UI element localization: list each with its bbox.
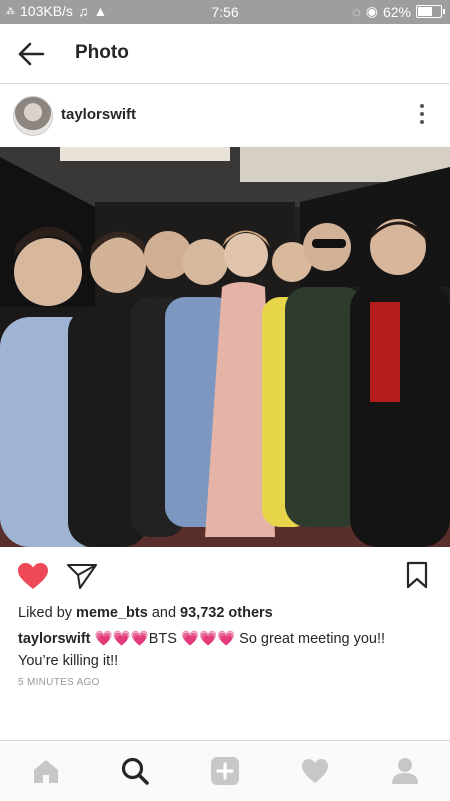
- like-heart-icon[interactable]: [17, 562, 49, 590]
- add-post-icon[interactable]: [209, 755, 241, 787]
- caption-band: BTS: [148, 631, 177, 647]
- bottom-nav: [0, 740, 450, 801]
- likes-count[interactable]: 93,732 others: [180, 605, 273, 621]
- liked-by-and: and: [151, 605, 177, 621]
- search-icon[interactable]: [119, 755, 151, 787]
- caption-hearts-1: 💗💗💗: [94, 631, 149, 647]
- likes-line: Liked by meme_bts and 93,732 others: [18, 605, 273, 621]
- eye-icon: ◉: [365, 3, 378, 19]
- post-actions: [0, 548, 450, 598]
- battery-icon: [416, 5, 445, 18]
- page-title: Photo: [75, 42, 129, 63]
- liked-by-prefix: Liked by: [18, 605, 73, 621]
- back-arrow-icon[interactable]: [16, 40, 46, 68]
- post-photo[interactable]: [0, 147, 450, 547]
- liked-by-user[interactable]: meme_bts: [76, 605, 148, 621]
- more-options-icon[interactable]: [418, 104, 426, 126]
- caption-hearts-2: 💗💗💗: [180, 631, 236, 647]
- status-right: ◌ ◉ 62%: [352, 3, 445, 20]
- headset-icon: ◌: [352, 3, 361, 20]
- top-bar: Photo: [0, 24, 450, 84]
- post-time-ago: 5 MINUTES AGO: [18, 677, 100, 688]
- status-bar: ⁂ 103KB/s ♫ ▲ 7:56 ◌ ◉ 62%: [0, 0, 450, 24]
- avatar[interactable]: [13, 96, 53, 136]
- post-caption: taylorswift 💗💗💗BTS 💗💗💗 So great meeting …: [18, 628, 428, 672]
- post-header: taylorswift: [0, 84, 450, 147]
- bookmark-icon[interactable]: [406, 561, 428, 589]
- battery-fill: [418, 7, 432, 16]
- photo-illustration: [0, 147, 450, 547]
- battery-percent: 62%: [382, 3, 411, 20]
- activity-heart-icon[interactable]: [299, 755, 331, 787]
- share-paper-plane-icon[interactable]: [66, 562, 98, 590]
- profile-icon[interactable]: [389, 755, 421, 787]
- post-username[interactable]: taylorswift: [61, 106, 136, 123]
- home-icon[interactable]: [30, 755, 62, 787]
- caption-username[interactable]: taylorswift: [18, 631, 91, 647]
